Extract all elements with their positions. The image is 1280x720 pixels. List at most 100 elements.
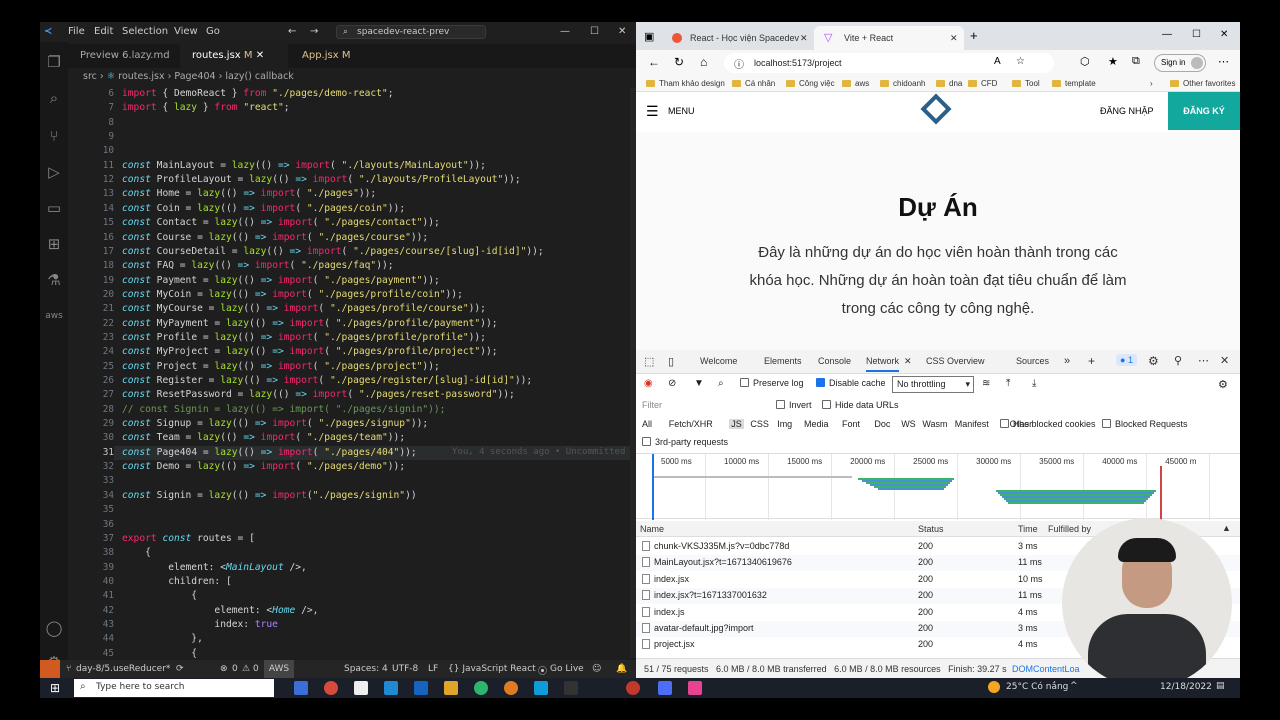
col-name[interactable]: Name <box>640 524 664 534</box>
indent-status[interactable]: Spaces: 4 <box>344 664 388 674</box>
type-filter-all[interactable]: All <box>642 419 652 429</box>
menu-label[interactable]: MENU <box>668 106 695 116</box>
site-info-icon[interactable]: ⓘ <box>734 56 744 71</box>
invert-checkbox[interactable]: Invert <box>776 400 812 410</box>
language-status[interactable]: {} JavaScript React <box>448 664 536 674</box>
chrome-icon[interactable] <box>324 681 338 695</box>
command-search-box[interactable]: ⌕ spacedev-react-prev <box>336 25 486 39</box>
menu-edit[interactable]: Edit <box>94 26 113 37</box>
collections-icon[interactable]: ⧉ <box>1132 55 1140 68</box>
code-line[interactable]: const Profile = lazy(() => import( "./pa… <box>122 332 486 343</box>
bookmark-item[interactable]: CFD <box>968 79 997 88</box>
maximize-icon[interactable]: ☐ <box>590 26 599 37</box>
close-icon[interactable]: ✕ <box>618 26 626 37</box>
third-party-checkbox[interactable]: 3rd-party requests <box>642 437 728 447</box>
extensions-puzzle-icon[interactable]: ⬡ <box>1080 55 1090 68</box>
bookmark-item[interactable]: aws <box>842 79 869 88</box>
taskbar-search-box[interactable]: ⌕ Type here to search <box>74 679 274 697</box>
bookmark-item[interactable]: Tham khảo design <box>646 79 725 88</box>
col-time[interactable]: Time <box>1018 524 1038 534</box>
windows-start-icon[interactable]: ⊞ <box>50 681 60 695</box>
bookmark-item[interactable]: dna <box>936 79 962 88</box>
weather-text[interactable]: 25°C Có nắng <box>1006 682 1068 692</box>
postman-icon[interactable] <box>504 681 518 695</box>
type-filter-media[interactable]: Media <box>804 419 829 429</box>
aws-status[interactable]: AWS <box>264 660 294 678</box>
code-line[interactable]: element: <Home />, <box>122 605 318 616</box>
devtools-tab-network[interactable]: Network <box>866 356 900 372</box>
minimize-icon[interactable]: — <box>1162 29 1172 40</box>
back-arrow-icon[interactable]: ← <box>288 26 296 37</box>
notification-icon[interactable]: ▤ <box>1216 681 1225 691</box>
tab-routes[interactable]: routes.jsx M ✕ <box>180 44 288 68</box>
code-line[interactable]: }, <box>122 633 203 644</box>
code-line[interactable]: const Demo = lazy(() => import( "./pages… <box>122 461 405 472</box>
feedback-icon[interactable]: ☺ <box>592 664 601 674</box>
browser-tab-spacedev[interactable]: React - Học viện Spacedev ✕ <box>660 26 810 50</box>
testing-icon[interactable]: ⚗ <box>44 270 64 290</box>
devtools-tab-console[interactable]: Console <box>818 356 851 366</box>
close-tab-icon[interactable]: ✕ <box>256 50 264 61</box>
add-tab-icon[interactable]: + <box>1088 354 1095 368</box>
go-live-status[interactable]: Go Live <box>550 664 584 674</box>
branch-name[interactable]: day-8/5.useReducer* <box>76 664 170 674</box>
home-icon[interactable]: ⌂ <box>700 55 707 69</box>
code-line[interactable]: const MyPayment = lazy(() => import( "./… <box>122 318 498 329</box>
browser-tab-vite[interactable]: ▽ Vite + React ✕ <box>814 26 964 50</box>
devtools-tab-css-overview[interactable]: CSS Overview <box>926 356 985 366</box>
type-filter-font[interactable]: Font <box>842 419 860 429</box>
login-link[interactable]: ĐĂNG NHẬP <box>1100 106 1154 116</box>
more-options-icon[interactable]: ⋯ <box>1218 55 1229 68</box>
import-har-icon[interactable]: ⤒ <box>1006 378 1010 389</box>
task-view-icon[interactable] <box>294 681 308 695</box>
error-count[interactable]: 0 <box>232 664 238 674</box>
minimize-icon[interactable]: — <box>560 26 570 37</box>
code-line[interactable]: const Contact = lazy(() => import( "./pa… <box>122 217 440 228</box>
preserve-log-checkbox[interactable]: Preserve log <box>740 378 804 388</box>
breadcrumb-callback[interactable]: lazy() callback <box>225 71 293 82</box>
code-line[interactable]: { <box>122 590 197 601</box>
record-icon[interactable]: ◉ <box>644 378 653 389</box>
code-line[interactable]: const Course = lazy(() => import( "./pag… <box>122 232 428 243</box>
close-devtools-icon[interactable]: ✕ <box>1220 354 1229 367</box>
menu-selection[interactable]: Selection <box>122 26 168 37</box>
url-bar[interactable]: ⓘ localhost:5173/project A ☆ <box>724 53 1054 73</box>
app-icon[interactable] <box>688 681 702 695</box>
remote-indicator[interactable] <box>40 660 60 678</box>
more-tabs-icon[interactable]: » <box>1064 355 1070 367</box>
code-line[interactable]: // const Signin = lazy(() => import( "./… <box>122 404 445 415</box>
code-line[interactable]: { <box>122 648 197 659</box>
bookmark-item[interactable]: template <box>1052 79 1096 88</box>
bookmark-item[interactable]: Cá nhân <box>732 79 775 88</box>
menu-file[interactable]: File <box>68 26 85 37</box>
code-line[interactable]: const ProfileLayout = lazy(() => import(… <box>122 174 521 185</box>
type-filter-img[interactable]: Img <box>777 419 792 429</box>
close-tab-icon[interactable]: ✕ <box>950 26 958 50</box>
code-line[interactable]: const FAQ = lazy(() => import( "./pages/… <box>122 260 394 271</box>
filter-funnel-icon[interactable]: ▼ <box>694 378 704 389</box>
notifications-bell-icon[interactable]: 🔔 <box>616 664 627 674</box>
file-explorer-icon[interactable] <box>444 681 458 695</box>
source-control-icon[interactable]: ⑂ <box>44 126 64 146</box>
code-line[interactable]: export const routes = [ <box>122 533 255 544</box>
recorder-icon[interactable] <box>626 681 640 695</box>
code-line[interactable]: index: true <box>122 619 278 630</box>
outlook-icon[interactable] <box>414 681 428 695</box>
code-line[interactable]: const Register = lazy(() => import( "./p… <box>122 375 532 386</box>
devtools-tab-sources[interactable]: Sources <box>1016 356 1049 366</box>
terminal-icon[interactable] <box>564 681 578 695</box>
account-icon[interactable]: ◯ <box>44 618 64 638</box>
devtools-tab-elements[interactable]: Elements <box>764 356 802 366</box>
aws-icon[interactable]: aws <box>44 306 64 326</box>
code-line[interactable]: const MyProject = lazy(() => import( "./… <box>122 346 498 357</box>
app-icon[interactable] <box>474 681 488 695</box>
clear-icon[interactable]: ⊘ <box>668 378 676 389</box>
network-settings-gear-icon[interactable]: ⚙ <box>1218 378 1228 391</box>
bookmarks-chevron-icon[interactable]: › <box>1150 79 1153 88</box>
tab-preview-lazy[interactable]: Preview 6.lazy.md <box>68 44 180 68</box>
type-filter-doc[interactable]: Doc <box>874 419 890 429</box>
other-favorites[interactable]: Other favorites <box>1170 79 1235 88</box>
favorite-star-icon[interactable]: ☆ <box>1016 56 1025 67</box>
code-editor[interactable]: 6 import { DemoReact } from "./pages/demo… <box>68 88 636 659</box>
close-tab-icon[interactable]: ✕ <box>800 26 808 50</box>
